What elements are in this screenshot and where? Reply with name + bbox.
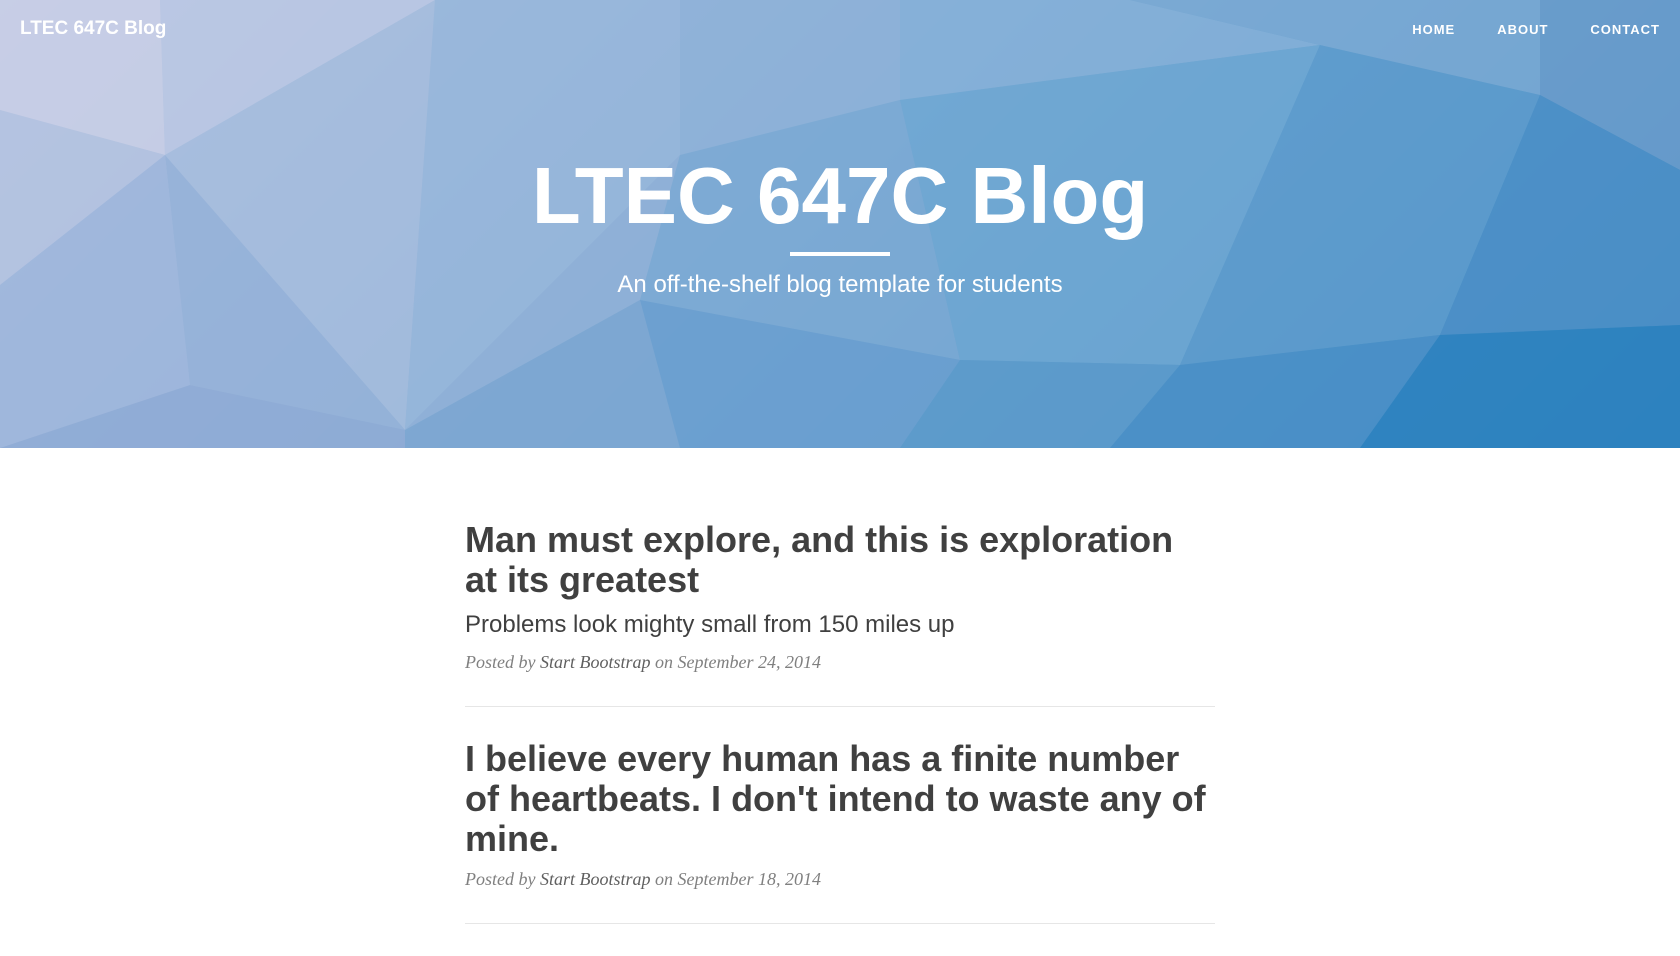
post-preview[interactable]: I believe every human has a finite numbe… <box>465 739 1215 891</box>
post-date: September 24, 2014 <box>677 652 821 672</box>
post-meta-on: on <box>655 652 673 672</box>
post-divider <box>465 923 1215 924</box>
nav-link-home[interactable]: HOME <box>1412 20 1455 39</box>
post-divider <box>465 706 1215 707</box>
post-author-link[interactable]: Start Bootstrap <box>540 652 651 672</box>
brand-link[interactable]: LTEC 647C Blog <box>20 18 166 40</box>
post-meta-on: on <box>655 869 673 889</box>
post-author-link[interactable]: Start Bootstrap <box>540 869 651 889</box>
post-list: Man must explore, and this is exploratio… <box>465 520 1215 956</box>
post-meta-prefix: Posted by <box>465 652 536 672</box>
site-title: LTEC 647C Blog <box>531 151 1149 240</box>
top-nav: HOME ABOUT CONTACT <box>1370 20 1660 39</box>
post-meta: Posted by Start Bootstrap on September 2… <box>465 650 1215 674</box>
post-title[interactable]: I believe every human has a finite numbe… <box>465 739 1215 859</box>
post-title[interactable]: Man must explore, and this is exploratio… <box>465 520 1215 600</box>
masthead: LTEC 647C Blog HOME ABOUT CONTACT LTEC 6… <box>0 0 1680 448</box>
post-subtitle[interactable]: Problems look mighty small from 150 mile… <box>465 608 1215 642</box>
post-date: September 18, 2014 <box>677 869 821 889</box>
nav-link-contact[interactable]: CONTACT <box>1590 20 1660 39</box>
nav-link-about[interactable]: ABOUT <box>1497 20 1548 39</box>
title-divider <box>790 252 890 256</box>
post-meta-prefix: Posted by <box>465 869 536 889</box>
post-preview[interactable]: Man must explore, and this is exploratio… <box>465 520 1215 674</box>
site-subtitle: An off-the-shelf blog template for stude… <box>617 271 1063 298</box>
post-meta: Posted by Start Bootstrap on September 1… <box>465 867 1215 891</box>
